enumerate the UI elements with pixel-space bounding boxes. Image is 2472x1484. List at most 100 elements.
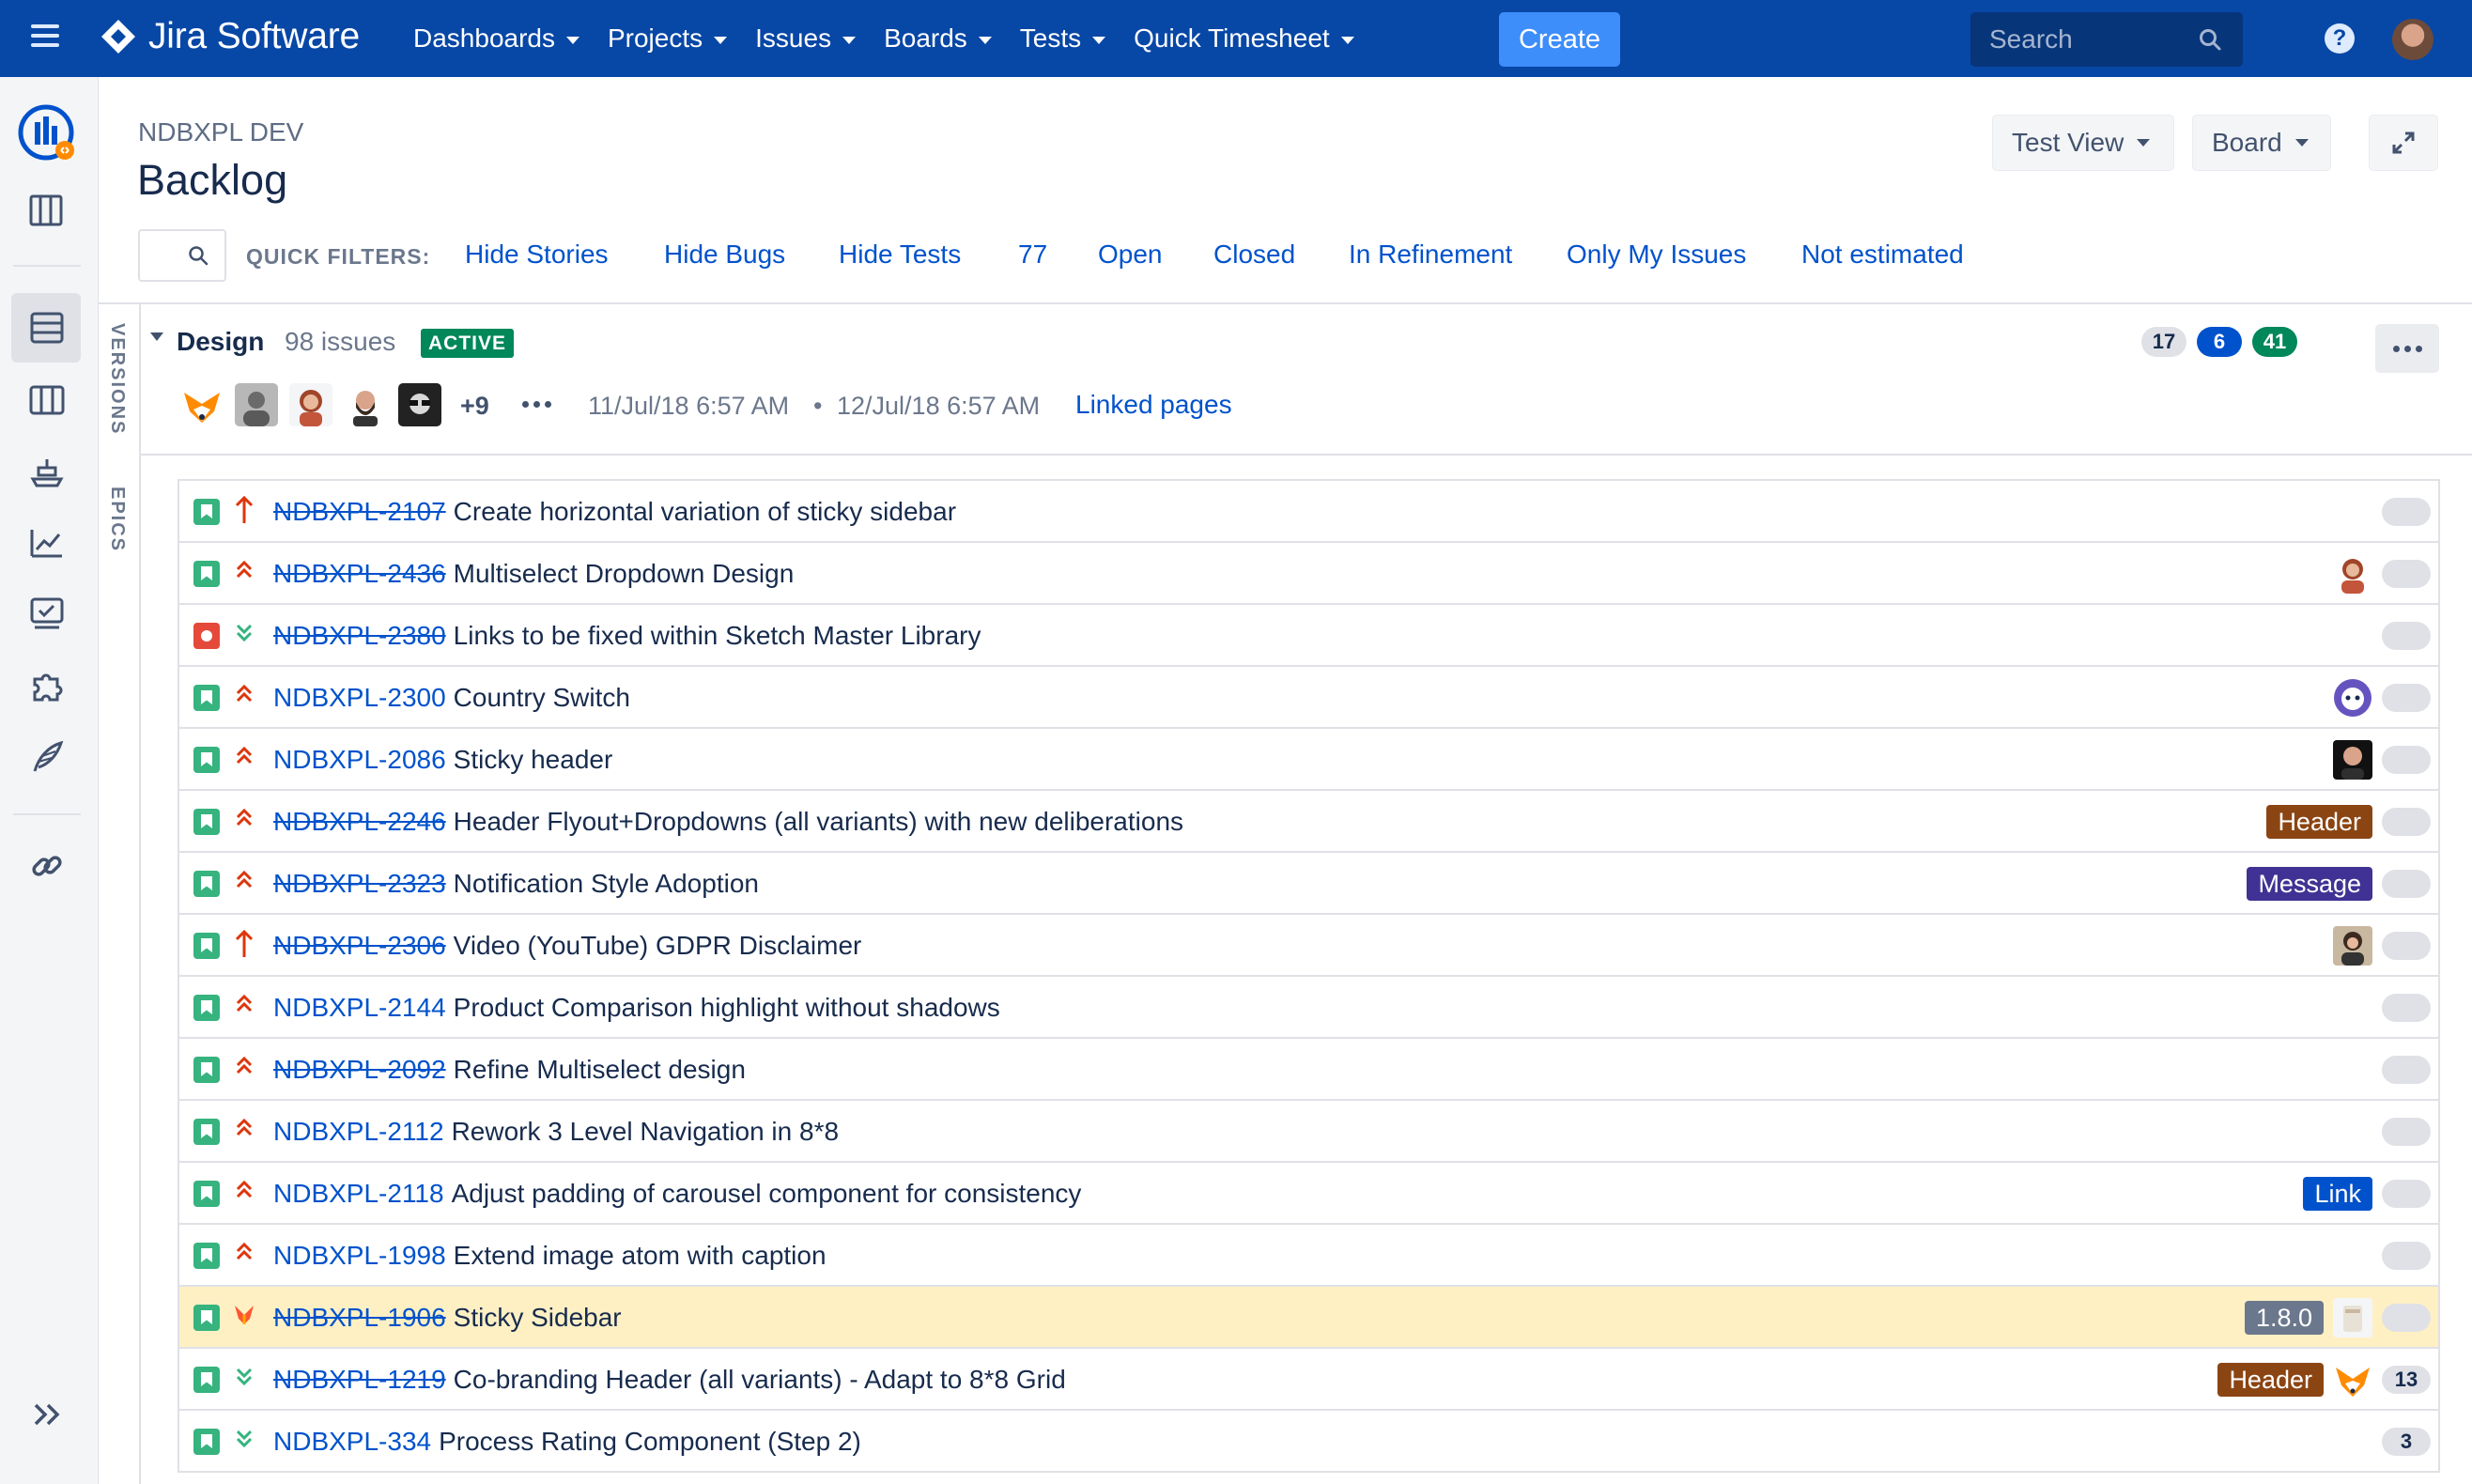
estimate-badge [2382,1056,2431,1084]
add-ons-puzzle-icon[interactable] [26,665,68,706]
issue-key-link[interactable]: NDBXPL-2144 [273,993,446,1023]
woman-avatar[interactable] [289,383,332,426]
quick-filter-open[interactable]: Open [1098,240,1163,270]
quick-filter-hide-stories[interactable]: Hide Stories [465,240,609,270]
jira-logo[interactable]: Jira Software [100,16,360,57]
issue-row[interactable]: NDBXPL-2107 Create horizontal variation o… [179,481,2438,543]
issue-label-badge[interactable]: Header [2266,805,2372,839]
assignee-avatar[interactable] [2333,1360,2372,1399]
issue-key-link[interactable]: NDBXPL-1219 [273,1365,446,1395]
issue-key-link[interactable]: NDBXPL-334 [273,1427,431,1457]
estimate-badge [2382,684,2431,712]
issue-row[interactable]: NDBXPL-2092 Refine Multiselect design [179,1039,2438,1101]
project-breadcrumb[interactable]: NDBXPL DEV [138,117,303,147]
quick-filter-hide-bugs[interactable]: Hide Bugs [664,240,785,270]
issue-row[interactable]: NDBXPL-2380 Links to be fixed within Sket… [179,605,2438,667]
collapse-sprint-icon[interactable] [150,332,163,341]
issue-key-link[interactable]: NDBXPL-1998 [273,1241,446,1271]
issue-key-link[interactable]: NDBXPL-2107 [273,497,446,527]
quick-filter-in-refinement[interactable]: In Refinement [1349,240,1512,270]
issue-key-link[interactable]: NDBXPL-2300 [273,683,446,713]
issue-row[interactable]: NDBXPL-2323 Notification Style Adoption Me… [179,853,2438,915]
issue-meta: Message [2247,862,2431,905]
sunglasses-avatar[interactable] [398,383,441,426]
linked-pages-link[interactable]: Linked pages [1075,390,1232,420]
search-input[interactable]: Search [1970,12,2243,67]
menu-icon[interactable] [31,24,59,53]
backlog-icon[interactable] [26,307,68,348]
issue-key-link[interactable]: NDBXPL-2246 [273,807,446,837]
issue-row[interactable]: NDBXPL-1906 Sticky Sidebar 1.8.0 [179,1287,2438,1349]
board-dropdown[interactable]: Board [2192,115,2331,171]
issue-row[interactable]: NDBXPL-2306 Video (YouTube) GDPR Disclaim… [179,915,2438,977]
issue-row[interactable]: NDBXPL-2144 Product Comparison highlight … [179,977,2438,1039]
issue-label-badge[interactable]: Header [2217,1363,2324,1397]
board-icon[interactable] [26,379,68,421]
test-board-icon[interactable] [26,594,68,635]
issue-key-link[interactable]: NDBXPL-2323 [273,869,446,899]
nav-projects[interactable]: Projects [608,23,728,54]
nav-boards[interactable]: Boards [884,23,992,54]
reports-icon[interactable] [26,522,68,564]
help-icon[interactable]: ? [2325,23,2355,54]
fox-avatar[interactable] [180,383,224,426]
roadmap-icon[interactable] [26,190,68,231]
user-avatar[interactable] [2392,19,2433,60]
epics-tab[interactable]: EPICS [106,487,128,552]
issue-row[interactable]: NDBXPL-2112 Rework 3 Level Navigation in … [179,1101,2438,1163]
issue-row[interactable]: NDBXPL-1219 Co-branding Header (all varia… [179,1349,2438,1411]
issue-row[interactable]: NDBXPL-334 Process Rating Component (Step… [179,1411,2438,1473]
more-options-icon[interactable] [522,401,551,408]
create-button[interactable]: Create [1499,12,1620,67]
sprint-end-date: 12/Jul/18 6:57 AM [837,392,1041,420]
issue-meta [2382,1110,2431,1153]
sprint-actions-button[interactable] [2375,324,2439,373]
issue-key-link[interactable]: NDBXPL-1906 [273,1303,446,1333]
quick-filter-not-estimated[interactable]: Not estimated [1801,240,1964,270]
issue-key-link[interactable]: NDBXPL-2086 [273,745,446,775]
issue-key-link[interactable]: NDBXPL-2306 [273,931,446,961]
sprint-status-badge: ACTIVE [421,329,515,358]
issue-label-badge[interactable]: Message [2247,867,2372,901]
quick-filter-77[interactable]: 77 [1018,240,1047,270]
assignee-avatar[interactable] [2333,554,2372,594]
issue-row[interactable]: NDBXPL-2300 Country Switch [179,667,2438,729]
issue-row[interactable]: NDBXPL-2436 Multiselect Dropdown Design [179,543,2438,605]
link-icon[interactable] [26,845,68,887]
fullscreen-button[interactable] [2369,115,2438,171]
assignee-avatar[interactable] [2333,740,2372,780]
issue-label-badge[interactable]: 1.8.0 [2244,1301,2324,1335]
project-avatar-icon[interactable] [17,103,79,165]
quick-filter-hide-tests[interactable]: Hide Tests [839,240,961,270]
expand-sidebar-icon[interactable] [26,1394,68,1435]
assignee-avatar[interactable] [2333,1298,2372,1337]
releases-icon[interactable] [26,451,68,492]
issue-key-link[interactable]: NDBXPL-2092 [273,1055,446,1085]
issue-key-link[interactable]: NDBXPL-2380 [273,621,446,651]
nav-dashboards[interactable]: Dashboards [413,23,579,54]
high-priority-icon [232,866,256,898]
feather-icon[interactable] [26,736,68,778]
issue-row[interactable]: NDBXPL-2118 Adjust padding of carousel co… [179,1163,2438,1225]
quick-filter-closed[interactable]: Closed [1213,240,1295,270]
issue-row[interactable]: NDBXPL-2246 Header Flyout+Dropdowns (all … [179,791,2438,853]
more-assignees-count[interactable]: +9 [460,392,489,421]
issue-key-link[interactable]: NDBXPL-2436 [273,559,446,589]
issue-label-badge[interactable]: Link [2303,1177,2372,1211]
issue-meta [2382,614,2431,657]
test-view-dropdown[interactable]: Test View [1992,115,2174,171]
nav-quick-timesheet[interactable]: Quick Timesheet [1134,23,1354,54]
issue-key-link[interactable]: NDBXPL-2112 [273,1117,444,1147]
nav-issues[interactable]: Issues [755,23,857,54]
issue-key-link[interactable]: NDBXPL-2118 [273,1179,444,1209]
man-avatar[interactable] [235,383,278,426]
assignee-avatar[interactable] [2333,678,2372,718]
assignee-avatar[interactable] [2333,926,2372,966]
filter-search-input[interactable] [138,229,226,282]
issue-row[interactable]: NDBXPL-2086 Sticky header [179,729,2438,791]
nav-tests[interactable]: Tests [1020,23,1106,54]
quick-filter-only-my-issues[interactable]: Only My Issues [1567,240,1746,270]
issue-row[interactable]: NDBXPL-1998 Extend image atom with captio… [179,1225,2438,1287]
versions-tab[interactable]: VERSIONS [106,323,128,435]
bearded-man-avatar[interactable] [344,383,387,426]
